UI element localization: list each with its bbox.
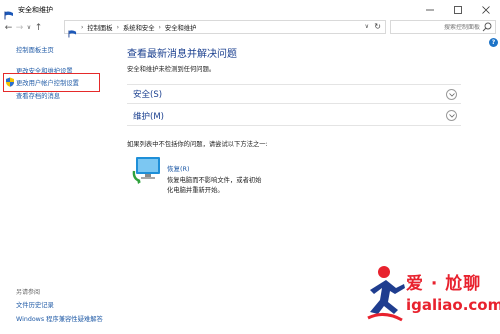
navigation-bar: ← → ∨ ↑ › 控制面板 › 系统和安全 › 安全和维护 ∨ ↻ [0, 19, 500, 38]
breadcrumb-security-maintenance[interactable]: 安全和维护 [165, 23, 196, 32]
security-section-label: 安全(S) [133, 90, 163, 100]
window-title: 安全和维护 [18, 5, 53, 14]
address-dropdown-button[interactable]: ∨ [365, 23, 369, 30]
search-box[interactable] [390, 20, 496, 34]
address-bar[interactable]: › 控制面板 › 系统和安全 › 安全和维护 ∨ ↻ [64, 20, 386, 38]
flag-icon [68, 23, 77, 38]
search-input[interactable] [392, 23, 482, 31]
troubleshoot-hint: 如果列表中不包括你的问题，请尝试以下方法之一: [127, 141, 268, 148]
flag-icon [4, 5, 14, 20]
chevron-down-icon[interactable] [446, 110, 457, 121]
page-title: 查看最新消息并解决问题 [127, 49, 237, 60]
recovery-icon[interactable] [131, 155, 163, 185]
breadcrumb-separator: › [116, 23, 119, 31]
breadcrumb-separator: › [81, 23, 84, 31]
search-icon [482, 22, 492, 32]
recovery-link[interactable]: 恢复(R) [167, 163, 190, 173]
watermark-domain: igaliao.com [406, 296, 500, 314]
minimize-button[interactable] [416, 0, 444, 19]
title-bar: 安全和维护 [0, 0, 500, 20]
recovery-description-line: 恢复电脑而不影响文件，或者初始 [167, 177, 262, 184]
refresh-button[interactable]: ↻ [374, 22, 381, 31]
up-button[interactable]: ↑ [33, 21, 44, 35]
file-history-link[interactable]: 文件历史记录 [16, 300, 54, 309]
status-message: 安全和维护未检测到任何问题。 [127, 66, 216, 73]
back-button[interactable]: ← [3, 21, 14, 35]
maximize-button[interactable] [444, 0, 472, 19]
recent-locations-button[interactable]: ∨ [25, 21, 33, 35]
close-icon [482, 5, 490, 14]
see-also-heading: 另请参阅 [16, 289, 41, 296]
maximize-icon [454, 5, 462, 14]
program-compatibility-troubleshooter-link[interactable]: Windows 程序兼容性疑难解答 [16, 314, 103, 323]
chevron-down-icon[interactable] [446, 89, 457, 100]
minimize-icon [426, 9, 434, 10]
view-archived-messages-link[interactable]: 查看存档的消息 [16, 91, 60, 100]
breadcrumb-control-panel[interactable]: 控制面板 [87, 23, 112, 32]
highlight-annotation-box [3, 73, 100, 92]
close-button[interactable] [472, 0, 500, 19]
maintenance-section-header[interactable]: 维护(M) [127, 106, 461, 126]
control-panel-home-link[interactable]: 控制面板主页 [16, 45, 54, 54]
forward-button[interactable]: → [14, 21, 25, 35]
recovery-description-line: 化电脑并重新开始。 [167, 187, 224, 194]
maintenance-section-label: 维护(M) [133, 111, 164, 122]
watermark-brand: 爱 · 尬聊 [406, 274, 482, 294]
security-section-header[interactable]: 安全(S) [127, 84, 461, 104]
watermark-logo [367, 266, 405, 322]
breadcrumb-separator: › [158, 23, 161, 31]
watermark: 爱 · 尬聊 igaliao.com [360, 262, 500, 334]
help-button[interactable]: ? [489, 38, 498, 47]
breadcrumb-system-security[interactable]: 系统和安全 [123, 23, 154, 32]
